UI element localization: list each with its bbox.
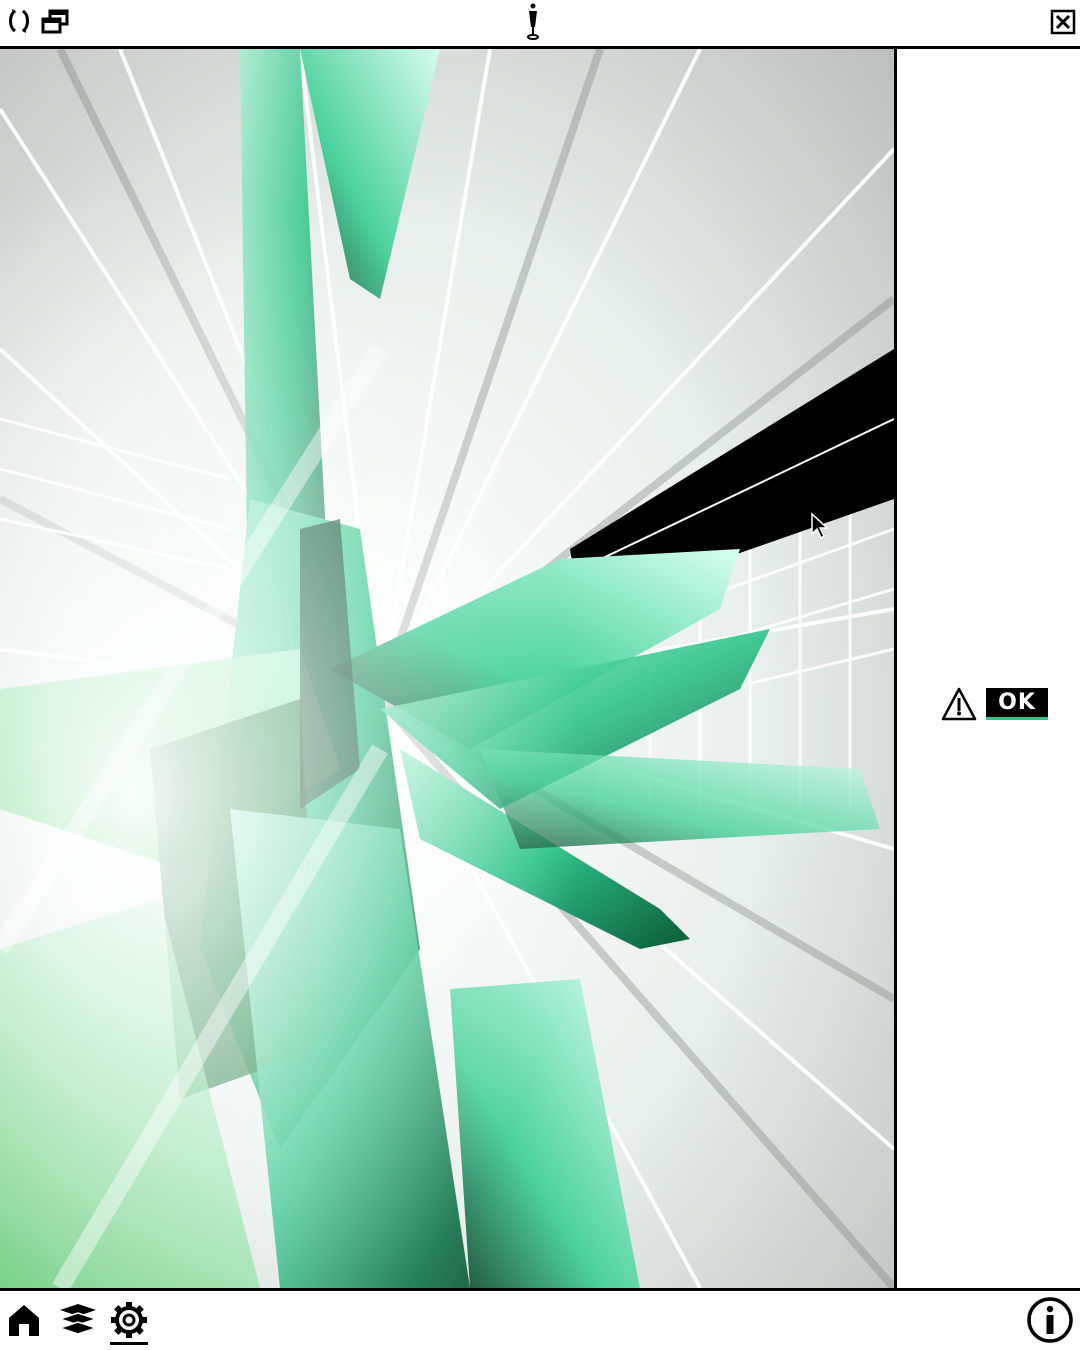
nav-home-button[interactable] — [4, 1299, 44, 1341]
artwork-viewport[interactable] — [0, 49, 897, 1288]
home-icon — [9, 1305, 39, 1336]
nav-settings-button[interactable] — [108, 1299, 150, 1341]
nav-layers-button[interactable] — [56, 1299, 100, 1341]
info-icon — [1027, 1297, 1073, 1343]
window-restore-icon — [41, 9, 69, 34]
settings-icon — [111, 1302, 147, 1338]
info-button[interactable] — [1024, 1294, 1076, 1346]
close-button[interactable] — [1048, 6, 1078, 38]
layers-icon — [58, 1304, 98, 1335]
title-bar — [0, 0, 1080, 49]
status-ok-badge[interactable]: OK — [986, 688, 1048, 720]
pin-button[interactable] — [520, 2, 546, 42]
bottom-nav-bar — [0, 1288, 1080, 1350]
warning-icon — [941, 687, 977, 721]
refresh-icon — [9, 9, 29, 33]
side-panel — [897, 49, 1080, 1288]
refresh-button[interactable] — [4, 6, 34, 36]
artwork-image — [0, 49, 894, 1288]
pin-icon — [527, 3, 539, 40]
app-window: OK — [0, 0, 1080, 1350]
active-nav-indicator — [110, 1342, 148, 1345]
window-restore-button[interactable] — [38, 6, 72, 38]
close-icon — [1050, 9, 1076, 35]
